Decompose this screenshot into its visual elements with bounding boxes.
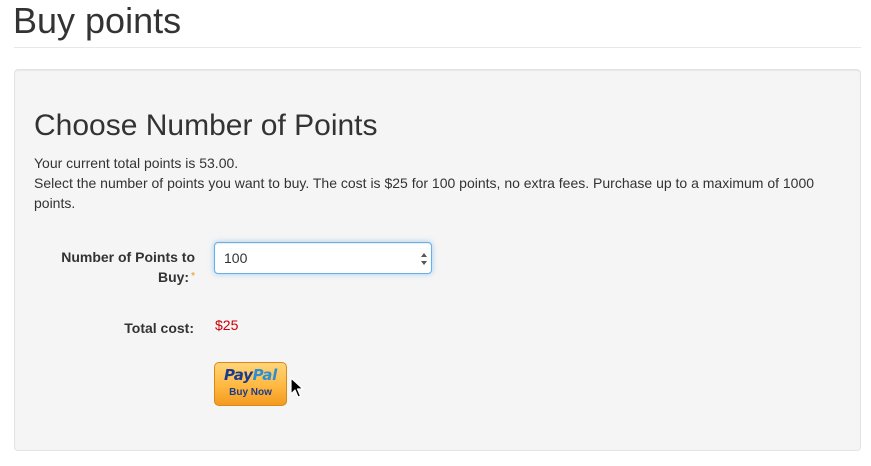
paypal-logo-pal: Pal — [252, 366, 278, 384]
section-title: Choose Number of Points — [34, 109, 378, 142]
total-cost-label: Total cost: — [124, 320, 194, 336]
page: Buy points Choose Number of Points Your … — [0, 0, 871, 466]
total-cost-value: $25 — [215, 317, 239, 333]
required-marker: * — [191, 271, 195, 282]
paypal-buy-now-button[interactable]: PayPal Buy Now — [214, 362, 287, 406]
title-divider — [14, 47, 861, 48]
page-title: Buy points — [13, 0, 182, 41]
instructions-text: Select the number of points you want to … — [34, 175, 815, 211]
paypal-logo: PayPal — [215, 366, 286, 384]
points-select-value: 100 — [224, 250, 248, 266]
points-label-text: Number of Points to Buy: — [61, 249, 195, 285]
current-points-text: Your current total points is 53.00. — [34, 155, 239, 171]
points-panel: Choose Number of Points Your current tot… — [14, 69, 861, 451]
paypal-logo-pay: Pay — [224, 366, 253, 384]
paypal-button-label: Buy Now — [229, 387, 272, 398]
select-arrows-icon — [421, 253, 427, 265]
points-label: Number of Points to Buy: * — [45, 247, 195, 287]
mouse-pointer-icon — [290, 377, 304, 398]
points-select[interactable]: 100 — [214, 242, 432, 274]
intro-text: Your current total points is 53.00. Sele… — [34, 153, 844, 213]
